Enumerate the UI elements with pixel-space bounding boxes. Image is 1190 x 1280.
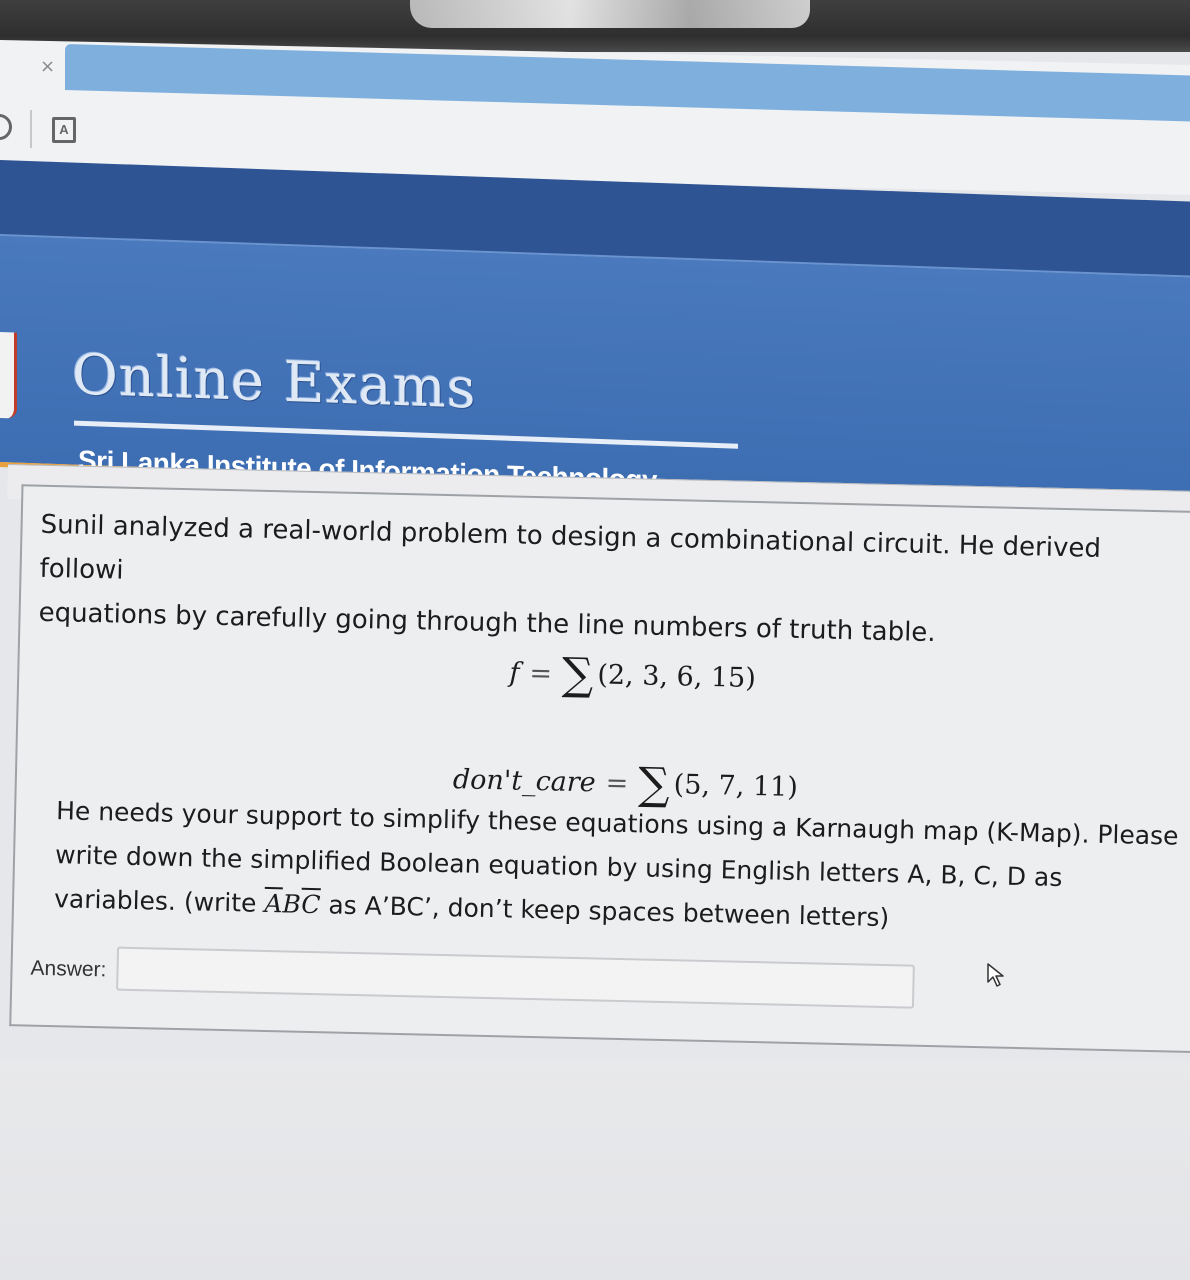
instructions-text-end: as A’BC’, don’t keep spaces between lett…	[320, 890, 890, 933]
page-background	[0, 1060, 1190, 1280]
equation-dont-care-lhs: don't_care	[452, 764, 597, 799]
equation-dont-care-terms: (5, 7, 11)	[673, 769, 799, 803]
logo-icon	[0, 331, 17, 419]
question-instructions: He needs your support to simplify these …	[54, 789, 1187, 947]
example-b: B	[282, 889, 302, 919]
title-divider	[74, 420, 738, 449]
sigma-icon: ∑	[561, 648, 594, 701]
equation-dont-care-equals: =	[605, 767, 629, 800]
equation-f: f = ∑ (2, 3, 6, 15)	[509, 647, 757, 704]
answer-input[interactable]	[116, 946, 915, 1009]
cursor-icon	[987, 963, 1004, 987]
bezel-reflection	[410, 0, 810, 28]
close-icon[interactable]: ×	[40, 58, 55, 76]
answer-label: Answer:	[30, 956, 107, 982]
site-header: Online Exams Sri Lanka Institute of Info…	[0, 160, 1190, 509]
equation-f-equals: =	[529, 657, 553, 690]
question-card: Sunil analyzed a real-world problem to d…	[9, 484, 1190, 1054]
page-icon[interactable]: A	[52, 117, 76, 143]
question-intro: Sunil analyzed a real-world problem to d…	[38, 509, 1102, 649]
equation-f-terms: (2, 3, 6, 15)	[597, 659, 757, 695]
question-area: Sunil analyzed a real-world problem to d…	[0, 464, 1190, 1071]
example-a-bar: A	[264, 888, 283, 919]
site-title: Online Exams	[72, 342, 477, 422]
equation-f-lhs: f	[509, 657, 520, 689]
example-c-bar: C	[300, 889, 321, 920]
toolbar-separator	[30, 110, 32, 148]
